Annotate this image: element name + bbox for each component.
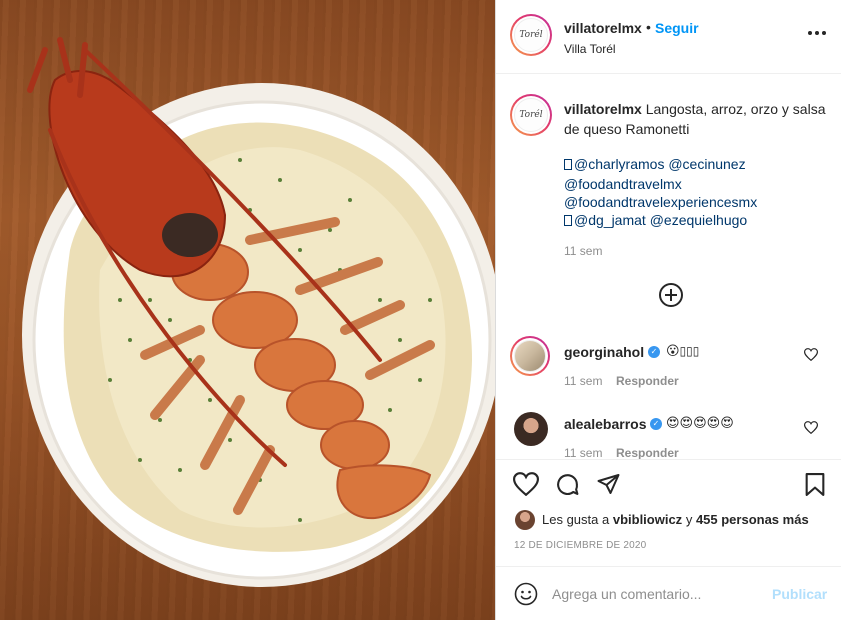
post-details-panel: Torél villatorelmx • Seguir Villa Torél … [496, 0, 841, 620]
liker-username[interactable]: vbibliowicz [613, 512, 682, 527]
like-heart-icon[interactable] [513, 472, 539, 496]
comment-username[interactable]: georginahol [564, 344, 644, 360]
emoji-picker-icon[interactable] [514, 582, 538, 606]
emoji-placeholder-icon [564, 159, 572, 170]
follow-button[interactable]: Seguir [655, 20, 699, 36]
author-username[interactable]: villatorelmx [564, 20, 642, 36]
verified-badge-icon: ✓ [648, 346, 660, 358]
load-more-comments-icon[interactable] [659, 283, 683, 307]
comment-time[interactable]: 11 sem [564, 446, 602, 460]
caption-mentions-2[interactable]: @foodandtravelmx [564, 176, 682, 192]
post-location[interactable]: Villa Torél [564, 42, 616, 56]
caption-avatar-logo: Torél [514, 98, 548, 132]
author-avatar-logo: Torél [514, 18, 548, 52]
caption-text-block: villatorelmx Langosta, arroz, orzo y sal… [564, 99, 826, 139]
caption-mentions-3[interactable]: @foodandtravelexperiencesmx [564, 194, 757, 210]
likes-count[interactable]: 455 personas más [696, 512, 809, 527]
comment-avatar[interactable] [510, 336, 550, 376]
caption-mentions-1[interactable]: @charlyramos @cecinunez [564, 156, 746, 172]
comment-time[interactable]: 11 sem [564, 374, 602, 388]
caption-time[interactable]: 11 sem [564, 244, 602, 258]
emoji-placeholder-icon [564, 215, 572, 226]
like-comment-heart-icon[interactable] [804, 348, 818, 361]
reply-button[interactable]: Responder [616, 374, 679, 388]
more-options-icon[interactable] [808, 27, 828, 39]
reply-button[interactable]: Responder [616, 446, 679, 460]
save-bookmark-icon[interactable] [804, 472, 826, 497]
caption-username[interactable]: villatorelmx [564, 101, 642, 117]
separator-dot: • [646, 19, 651, 35]
post-photo[interactable] [0, 0, 495, 620]
share-icon[interactable] [596, 472, 621, 496]
comment-composer: Publicar [496, 566, 841, 620]
comment-username[interactable]: alealebarros [564, 416, 647, 432]
publish-button[interactable]: Publicar [772, 586, 827, 602]
post-date[interactable]: 12 DE DICIEMBRE DE 2020 [514, 540, 646, 551]
comment-icon[interactable] [555, 472, 580, 497]
lobster-dish-image [22, 37, 495, 587]
comment-text: 😍😍😍😍😍 [666, 415, 734, 430]
comment-avatar[interactable] [514, 412, 548, 446]
caption-mentions-4[interactable]: @dg_jamat @ezequielhugo [564, 212, 747, 228]
post-header: Torél villatorelmx • Seguir Villa Torél [496, 0, 841, 74]
likes-summary[interactable]: Les gusta a vbibliowicz y 455 personas m… [542, 512, 809, 527]
comment-input[interactable] [552, 584, 752, 604]
author-avatar[interactable]: Torél [510, 14, 552, 56]
comment-text: 😮▯▯▯ [666, 343, 700, 358]
liker-avatar[interactable] [515, 510, 535, 530]
caption-author-avatar[interactable]: Torél [510, 94, 552, 136]
like-comment-heart-icon[interactable] [804, 421, 818, 434]
verified-badge-icon: ✓ [650, 418, 662, 430]
